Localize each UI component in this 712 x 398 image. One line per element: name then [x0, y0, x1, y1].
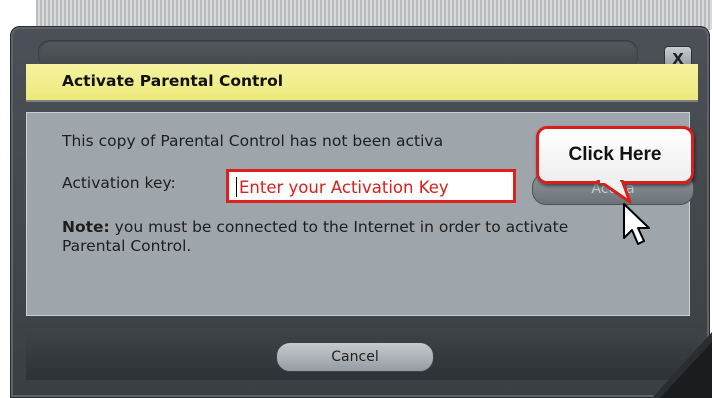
activation-key-label: Activation key:	[62, 174, 176, 192]
callout-text: Click Here	[568, 144, 662, 165]
mouse-pointer-icon	[623, 203, 650, 245]
page-title: Activate Parental Control	[62, 72, 284, 90]
activation-key-hint: Enter your Activation Key	[239, 178, 449, 197]
dialog-header: Activate Parental Control	[26, 64, 698, 102]
text-caret	[236, 177, 237, 197]
note-body: you must be connected to the Internet in…	[62, 218, 569, 255]
cancel-button[interactable]: Cancel	[276, 342, 434, 372]
frame-corner	[652, 332, 712, 398]
callout-tail	[596, 180, 632, 204]
activation-key-input[interactable]: Enter your Activation Key	[226, 169, 516, 203]
note-label: Note:	[62, 218, 110, 236]
cancel-button-label: Cancel	[331, 349, 379, 365]
click-here-callout: Click Here	[536, 126, 694, 184]
activation-status-text: This copy of Parental Control has not be…	[62, 132, 444, 150]
note-text: Note: you must be connected to the Inter…	[62, 218, 622, 256]
